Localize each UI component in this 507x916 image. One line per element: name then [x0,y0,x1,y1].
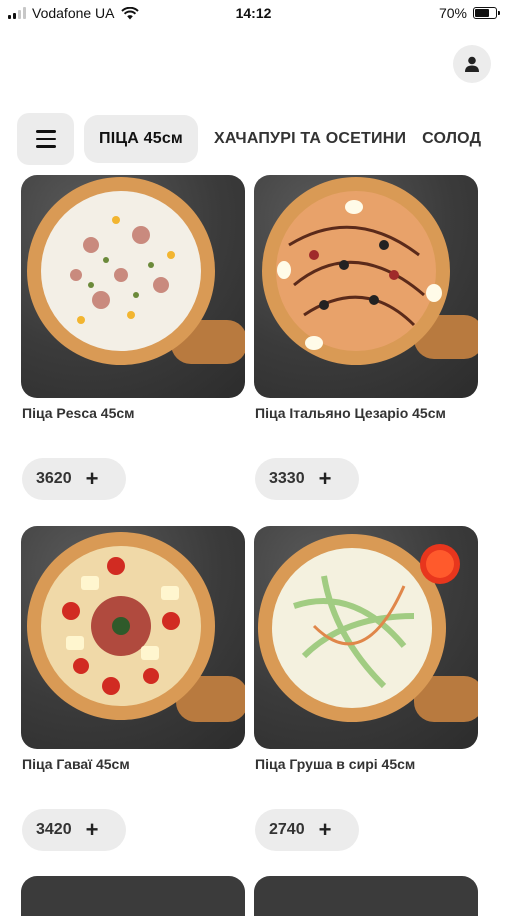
product-image[interactable] [21,526,245,749]
add-to-cart-button[interactable]: 3620 + [22,458,126,500]
menu-button[interactable] [17,113,74,165]
tab-pizza-45[interactable]: ПІЦА 45см [84,115,198,163]
product-card[interactable]: Піца Pesca 45см 3620 + [21,175,245,500]
add-to-cart-button[interactable]: 3330 + [255,458,359,500]
product-card[interactable]: Піца Гаваї 45см 3420 + [21,526,245,851]
product-image[interactable] [21,175,245,398]
add-to-cart-button[interactable]: 3420 + [22,809,126,851]
product-name[interactable]: Піца Італьяно Цезаріо 45см [255,405,446,421]
plus-icon: + [85,817,99,842]
hamburger-icon [35,130,56,133]
product-price: 2740 [269,821,305,838]
product-price: 3620 [36,470,72,487]
tab-khachapuri[interactable]: ХАЧАПУРІ ТА ОСЕТИНИ [214,130,406,148]
status-bar: Vodafone UA 14:12 70% [0,0,507,28]
product-card[interactable]: Піца Груша в сирі 45см 2740 + [254,526,478,851]
product-image[interactable] [254,526,478,749]
pizza-pear-cheese-image [258,534,478,722]
product-price: 3420 [36,821,72,838]
battery-icon [473,7,500,19]
plus-icon: + [318,466,332,491]
user-icon [465,56,479,72]
category-tabs: ПІЦА 45см ХАЧАПУРІ ТА ОСЕТИНИ СОЛОД [84,115,481,163]
profile-button[interactable] [453,45,491,83]
product-name[interactable]: Піца Груша в сирі 45см [255,756,415,772]
plus-icon: + [318,817,332,842]
product-card[interactable]: Піца Італьяно Цезаріо 45см 3330 + [254,175,478,500]
product-image[interactable] [254,175,478,398]
tab-sweets[interactable]: СОЛОД [422,130,481,148]
product-name[interactable]: Піца Pesca 45см [22,405,135,421]
pizza-caesario-image [262,177,478,365]
battery-percent: 70% [438,5,467,21]
product-image-peek[interactable] [21,876,245,916]
plus-icon: + [85,466,99,491]
add-to-cart-button[interactable]: 2740 + [255,809,359,851]
pizza-hawaii-image [27,532,245,722]
product-image-peek[interactable] [254,876,478,916]
product-name[interactable]: Піца Гаваї 45см [22,756,130,772]
clock: 14:12 [235,5,272,21]
product-price: 3330 [269,470,305,487]
pizza-pesca-image [27,177,245,365]
